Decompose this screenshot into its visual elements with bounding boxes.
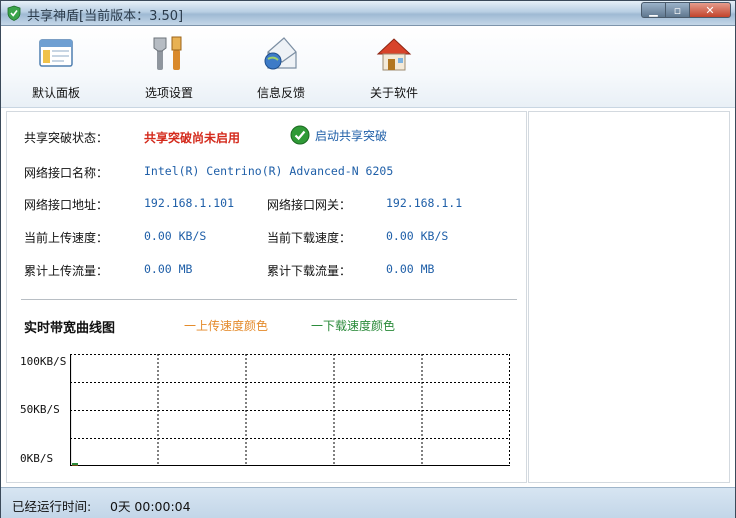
toolbar-default-panel[interactable]: 默认面板 — [11, 34, 101, 101]
y-tick-label: 0KB/S — [20, 452, 54, 465]
share-status-value: 共享突破尚未启用 — [144, 131, 241, 145]
close-icon: ✕ — [705, 3, 715, 17]
nic-name-label: 网络接口名称： — [24, 166, 109, 180]
check-circle-icon — [290, 125, 310, 145]
toolbar-label: 关于软件 — [369, 86, 418, 100]
down-total-value: 0.00 MB — [386, 262, 435, 276]
nic-name-value: Intel(R) Centrino(R) Advanced-N 6205 — [144, 164, 394, 178]
toolbar-label: 选项设置 — [144, 86, 193, 100]
down-total-label: 累计下载流量： — [267, 264, 352, 278]
up-speed-value: 0.00 KB/S — [144, 229, 207, 243]
enable-share-button[interactable]: 启动共享突破 — [290, 125, 387, 145]
down-speed-label: 当前下载速度： — [267, 231, 352, 245]
y-tick-label: 100KB/S — [20, 355, 67, 368]
gateway-value: 192.168.1.1 — [386, 196, 463, 210]
minimize-button[interactable]: ▁ — [641, 2, 665, 18]
runtime-label: 已经运行时间: — [12, 499, 92, 514]
share-status-label: 共享突破状态： — [24, 131, 109, 145]
home-icon — [376, 38, 412, 71]
y-tick-label: 50KB/S — [20, 403, 60, 416]
toolbar-label: 信息反馈 — [256, 86, 305, 100]
app-window: 共享神盾[当前版本：3.50] ▁ ▫ ✕ 默认面板 选项设置 信息反馈 关于软… — [0, 0, 736, 518]
side-panel — [528, 111, 730, 483]
main-panel: 共享突破状态： 共享突破尚未启用 启动共享突破 网络接口名称： Intel(R)… — [6, 111, 527, 483]
window-controls: ▁ ▫ ✕ — [641, 2, 731, 18]
browser-window-icon — [39, 39, 73, 67]
close-button[interactable]: ✕ — [689, 2, 731, 18]
title-bar[interactable]: 共享神盾[当前版本：3.50] ▁ ▫ ✕ — [1, 1, 735, 26]
nic-addr-label: 网络接口地址： — [24, 198, 109, 212]
section-divider — [21, 299, 517, 300]
toolbar-label: 默认面板 — [31, 86, 80, 100]
maximize-button[interactable]: ▫ — [665, 2, 689, 18]
status-bar: 已经运行时间: 0天 00:00:04 — [1, 487, 735, 518]
feedback-mail-icon — [264, 37, 297, 70]
legend-download: 一下载速度颜色 — [311, 319, 396, 333]
legend-upload: 一上传速度颜色 — [184, 319, 269, 333]
shield-icon — [7, 5, 21, 21]
down-speed-value: 0.00 KB/S — [386, 229, 449, 243]
minimize-icon: ▁ — [649, 3, 658, 17]
toolbar-about[interactable]: 关于软件 — [349, 34, 439, 101]
runtime-value: 0天 00:00:04 — [110, 499, 191, 514]
gateway-label: 网络接口网关： — [267, 198, 352, 212]
window-title: 共享神盾[当前版本：3.50] — [27, 9, 184, 24]
enable-share-label: 启动共享突破 — [315, 128, 388, 143]
toolbar: 默认面板 选项设置 信息反馈 关于软件 — [1, 26, 735, 108]
tools-icon — [153, 36, 182, 70]
up-speed-label: 当前上传速度： — [24, 231, 109, 245]
bandwidth-chart — [70, 354, 510, 466]
up-total-value: 0.00 MB — [144, 262, 193, 276]
toolbar-options[interactable]: 选项设置 — [124, 34, 214, 101]
maximize-icon: ▫ — [673, 3, 682, 17]
toolbar-feedback[interactable]: 信息反馈 — [236, 34, 326, 101]
up-total-label: 累计上传流量： — [24, 264, 109, 278]
chart-title: 实时带宽曲线图 — [24, 321, 116, 336]
nic-addr-value: 192.168.1.101 — [144, 196, 235, 210]
